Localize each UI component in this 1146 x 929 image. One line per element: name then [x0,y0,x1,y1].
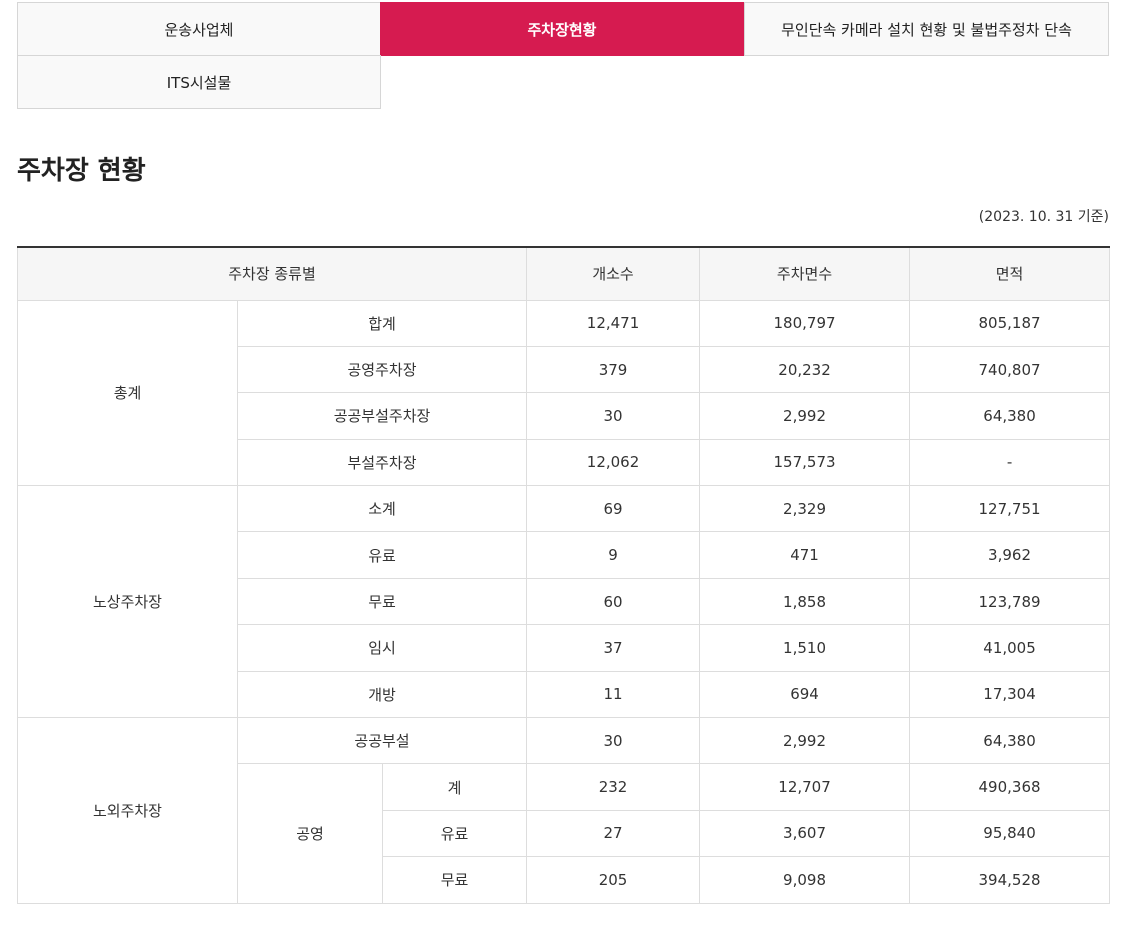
table-row: 노상주차장 소계 69 2,329 127,751 [17,485,1111,719]
cell-count: 30 [526,392,701,440]
row-label: 개방 [236,670,528,719]
row-label: 부설주차장 [236,438,528,487]
cell-count: 232 [526,763,701,811]
cell-area: 127,751 [909,485,1111,533]
row-label: 무료 [236,577,528,626]
base-date: (2023. 10. 31 기준) [978,209,1109,225]
cell-count: 205 [526,856,701,904]
cell-count: 379 [526,345,701,394]
cell-count: 12,062 [526,438,701,487]
row-label: 공영주차장 [236,345,528,394]
parking-table: 주차장 종류별 개소수 주차면수 면적 총계 합계 12,471 180,797… [16,246,1111,904]
row-label: 무료 [381,856,528,904]
cell-area: 740,807 [909,345,1111,394]
cell-area: 64,380 [909,392,1111,440]
cell-spaces: 1,510 [699,624,911,672]
cell-spaces: 9,098 [699,856,911,904]
row-label: 유료 [381,809,528,858]
cell-area: 805,187 [909,299,1111,347]
cell-count: 30 [526,717,701,765]
header-count: 개소수 [526,246,701,301]
group-offstreet: 노외주차장 [17,717,238,904]
cell-area: - [909,438,1111,487]
table-header-row: 주차장 종류별 개소수 주차면수 면적 [16,246,1111,301]
cell-spaces: 157,573 [699,438,911,487]
cell-spaces: 12,707 [699,763,911,811]
page-title: 주차장 현황 [17,156,146,186]
cell-spaces: 471 [699,531,911,579]
cell-spaces: 694 [699,670,911,719]
table-row: 노외주차장 공공부설 30 2,992 64,380 [17,717,1111,904]
cell-area: 394,528 [909,856,1111,904]
cell-area: 490,368 [909,763,1111,811]
header-spaces: 주차면수 [699,246,911,301]
cell-area: 17,304 [909,670,1111,719]
row-label: 임시 [236,624,528,672]
cell-spaces: 3,607 [699,809,911,858]
row-label: 유료 [236,531,528,579]
header-area: 면적 [909,246,1111,301]
row-label: 합계 [236,299,528,347]
row-label: 공공부설 [236,717,528,765]
cell-spaces: 180,797 [699,299,911,347]
row-label: 계 [381,763,528,811]
subgroup-public: 공영 [237,763,383,904]
cell-spaces: 1,858 [699,577,911,626]
cell-area: 95,840 [909,809,1111,858]
cell-area: 64,380 [909,717,1111,765]
tab-its-facilities[interactable]: ITS시설물 [17,55,381,109]
cell-area: 41,005 [909,624,1111,672]
group-total: 총계 [17,299,238,487]
header-type: 주차장 종류별 [16,246,528,301]
tab-parking-status[interactable]: 주차장현황 [380,2,744,56]
tab-enforcement-cameras[interactable]: 무인단속 카메라 설치 현황 및 불법주정차 단속 [744,2,1109,56]
cell-count: 11 [526,670,701,719]
cell-spaces: 20,232 [699,345,911,394]
tab-transport-companies[interactable]: 운송사업체 [17,2,381,56]
cell-count: 12,471 [526,299,701,347]
cell-spaces: 2,992 [699,717,911,765]
cell-count: 37 [526,624,701,672]
cell-area: 3,962 [909,531,1111,579]
cell-count: 27 [526,809,701,858]
cell-spaces: 2,329 [699,485,911,533]
group-onstreet: 노상주차장 [17,485,238,719]
cell-count: 9 [526,531,701,579]
row-label: 공공부설주차장 [236,392,528,440]
row-label: 소계 [236,485,528,533]
table-row: 총계 합계 12,471 180,797 805,187 [17,299,1111,487]
cell-area: 123,789 [909,577,1111,626]
cell-spaces: 2,992 [699,392,911,440]
cell-count: 69 [526,485,701,533]
cell-count: 60 [526,577,701,626]
